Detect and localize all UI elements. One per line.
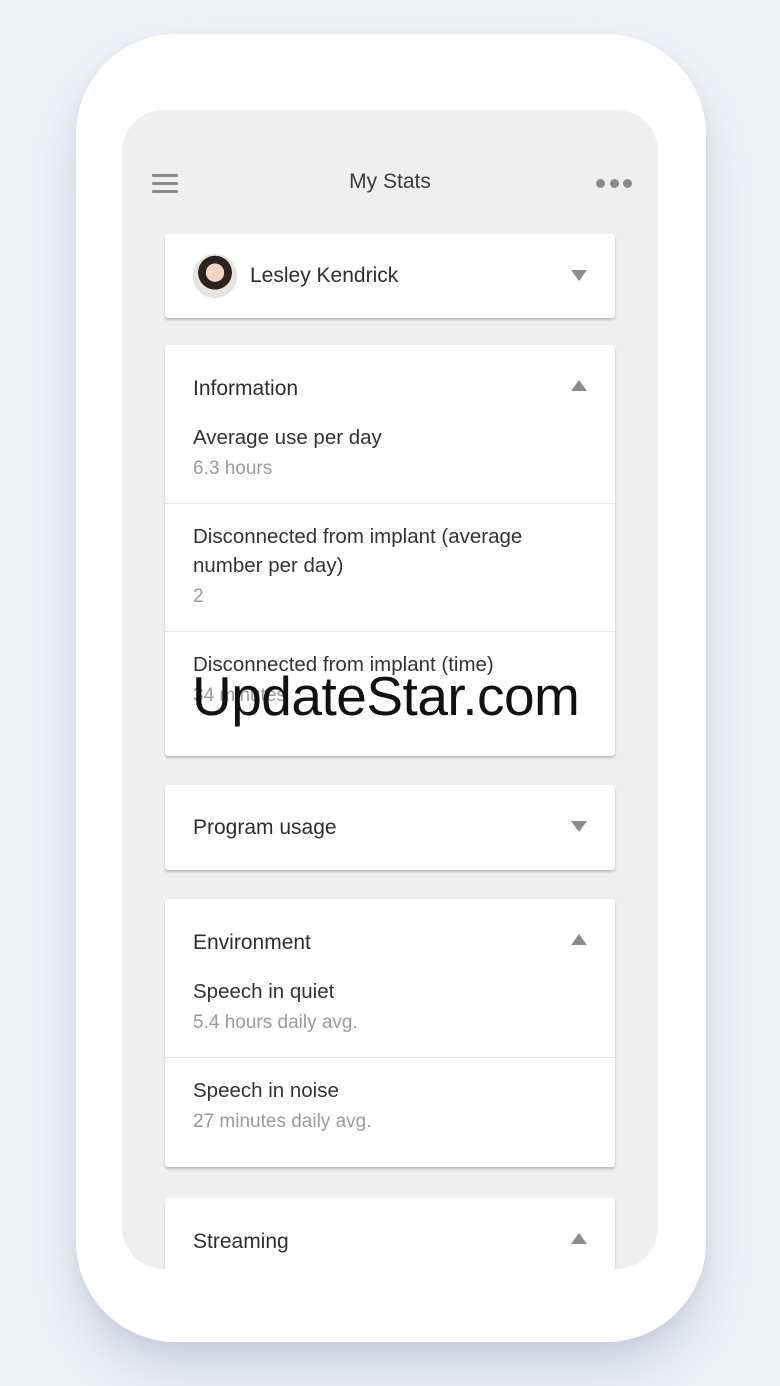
streaming-heading: Streaming	[193, 1230, 289, 1253]
environment-heading: Environment	[193, 931, 311, 954]
avatar	[193, 254, 237, 298]
program-usage-card[interactable]: Program usage	[165, 785, 615, 870]
list-item: Speech in quiet 5.4 hours daily avg.	[165, 977, 615, 1057]
page-title: My Stats	[349, 170, 431, 193]
profile-selector-header[interactable]: Lesley Kendrick	[165, 234, 615, 318]
chevron-down-icon[interactable]	[571, 821, 587, 832]
information-heading: Information	[193, 377, 299, 400]
list-item: Disconnected from implant (average numbe…	[165, 503, 615, 631]
streaming-header[interactable]: Streaming	[165, 1198, 615, 1269]
phone-frame: My Stats Lesley Kendrick Information Ave…	[76, 34, 706, 1342]
list-item: Speech in noise 27 minutes daily avg.	[165, 1057, 615, 1136]
chevron-up-icon[interactable]	[571, 380, 587, 391]
app-screen: My Stats Lesley Kendrick Information Ave…	[122, 110, 658, 1269]
stat-value: 34 minutes	[193, 685, 286, 706]
stat-value: 27 minutes daily avg.	[193, 1111, 372, 1132]
chevron-up-icon[interactable]	[571, 934, 587, 945]
streaming-card: Streaming	[165, 1198, 615, 1269]
chevron-up-icon[interactable]	[571, 1233, 587, 1244]
list-item: Average use per day 6.3 hours	[165, 423, 615, 503]
information-card: Information Average use per day 6.3 hour…	[165, 345, 615, 756]
list-item: Disconnected from implant (time) 34 minu…	[165, 631, 615, 710]
stat-label: Disconnected from implant (time)	[193, 653, 494, 676]
profile-name: Lesley Kendrick	[250, 264, 399, 287]
stat-label: Disconnected from implant (average numbe…	[193, 525, 523, 577]
stat-value: 2	[193, 586, 204, 607]
program-usage-header[interactable]: Program usage	[165, 785, 615, 870]
more-options-icon[interactable]	[596, 179, 632, 189]
stat-value: 6.3 hours	[193, 458, 273, 479]
profile-selector[interactable]: Lesley Kendrick	[165, 234, 615, 318]
program-usage-heading: Program usage	[193, 815, 337, 839]
environment-card: Environment Speech in quiet 5.4 hours da…	[165, 899, 615, 1167]
chevron-down-icon[interactable]	[571, 270, 587, 281]
stat-label: Speech in noise	[193, 1079, 339, 1102]
environment-header[interactable]: Environment	[165, 899, 615, 987]
stat-value: 5.4 hours daily avg.	[193, 1012, 358, 1033]
information-header[interactable]: Information	[165, 345, 615, 433]
